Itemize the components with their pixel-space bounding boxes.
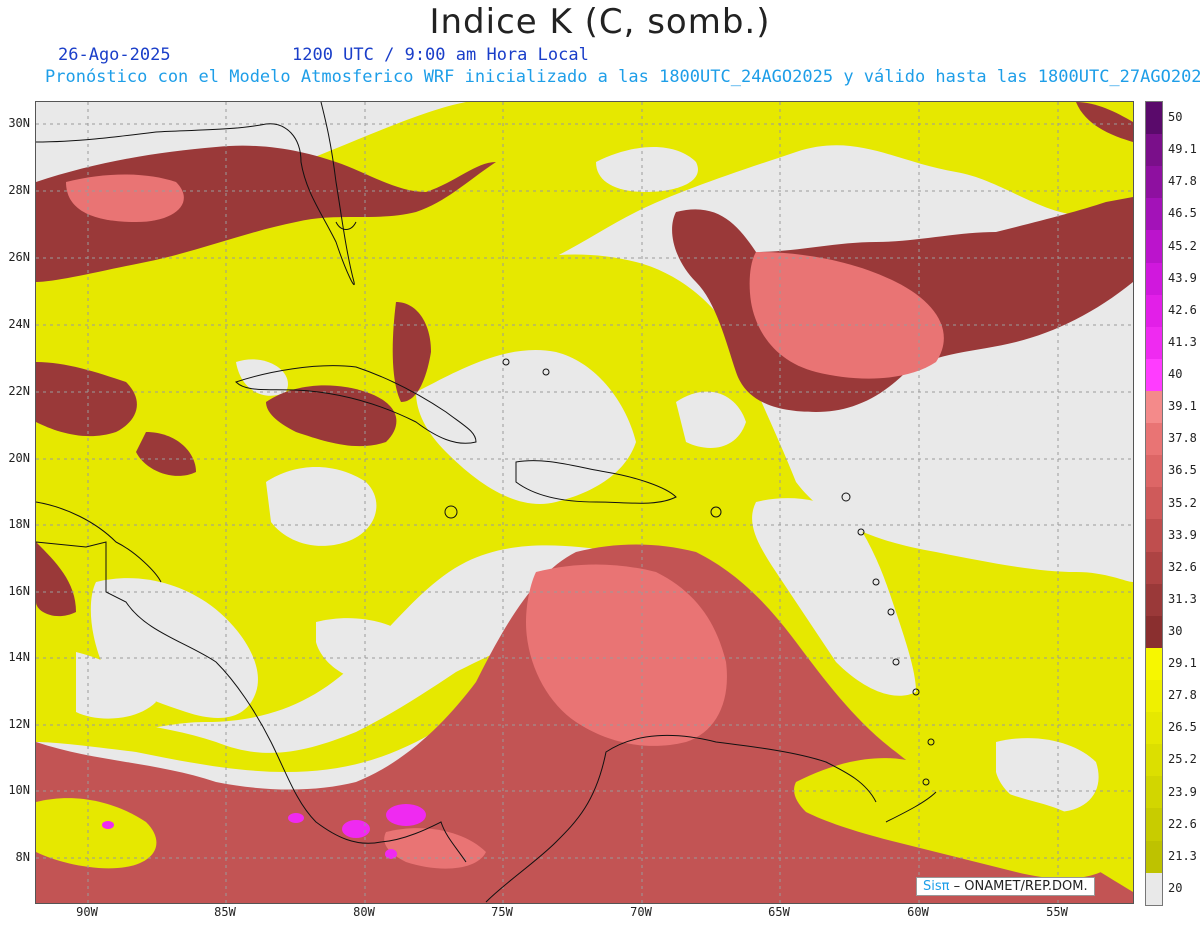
lon-label: 55W: [1046, 905, 1068, 919]
colorbar-tick-label: 46.5: [1168, 206, 1197, 221]
colorbar-segment: [1146, 776, 1162, 809]
colorbar-tick-label: 21.3: [1168, 848, 1197, 863]
colorbar-tick-label: 40: [1168, 367, 1183, 382]
lat-label: 30N: [8, 116, 30, 130]
colorbar-segment: [1146, 134, 1162, 167]
colorbar-tick-label: 27.8: [1168, 688, 1197, 703]
colorbar-segment: [1146, 487, 1162, 520]
colorbar-tick-label: 33.9: [1168, 527, 1197, 542]
colorbar-tick-label: 35.2: [1168, 495, 1197, 510]
colorbar-segment: [1146, 455, 1162, 488]
credit-box: Sisπ – ONAMET/REP.DOM.: [916, 877, 1095, 896]
colorbar-tick-label: 26.5: [1168, 720, 1197, 735]
lon-label: 60W: [907, 905, 929, 919]
forecast-time: 1200 UTC / 9:00 am Hora Local: [292, 45, 589, 65]
colorbar-segment: [1146, 679, 1162, 713]
colorbar-segment: [1146, 583, 1162, 616]
colorbar-tick-label: 42.6: [1168, 302, 1197, 317]
colorbar-segment: [1146, 615, 1162, 648]
colorbar-segment: [1146, 840, 1162, 873]
lat-label: 12N: [8, 717, 30, 731]
lon-label: 70W: [630, 905, 652, 919]
colorbar-segment: [1146, 358, 1162, 391]
colorbar-tick-label: 36.5: [1168, 463, 1197, 478]
colorbar-tick-label: 50: [1168, 110, 1183, 125]
colorbar-segment: [1146, 230, 1162, 263]
colorbar-tick-label: 22.6: [1168, 816, 1197, 831]
colorbar-tick-label: 20: [1168, 880, 1183, 895]
colorbar-segment: [1146, 423, 1162, 456]
lon-label: 65W: [768, 905, 790, 919]
colorbar-segment: [1146, 166, 1162, 199]
colorbar-segment: [1146, 872, 1162, 905]
colorbar-tick-label: 32.6: [1168, 559, 1197, 574]
sispi-logo: Sisπ: [923, 879, 950, 894]
colorbar-segment: [1146, 390, 1162, 424]
colorbar-segment: [1146, 551, 1162, 584]
credit-text: – ONAMET/REP.DOM.: [949, 879, 1088, 894]
colorbar-segment: [1146, 744, 1162, 777]
colorbar-tick-label: 49.1: [1168, 142, 1197, 157]
lon-label: 80W: [353, 905, 375, 919]
colorbar-segment: [1146, 262, 1162, 295]
colorbar-segment: [1146, 102, 1162, 135]
lat-label: 8N: [15, 850, 30, 864]
colorbar-segment: [1146, 326, 1162, 359]
lat-label: 22N: [8, 384, 30, 398]
colorbar-tick-label: 29.1: [1168, 656, 1197, 671]
forecast-description: Pronóstico con el Modelo Atmosferico WRF…: [45, 67, 1200, 87]
lat-label: 18N: [8, 517, 30, 531]
lon-label: 75W: [491, 905, 513, 919]
map-canvas: [36, 102, 1133, 903]
colorbar-segment: [1146, 519, 1162, 552]
colorbar-tick-label: 45.2: [1168, 238, 1197, 253]
colorbar-tick-label: 30: [1168, 623, 1183, 638]
lat-label: 10N: [8, 783, 30, 797]
colorbar-segment: [1146, 198, 1162, 231]
colorbar-tick-label: 23.9: [1168, 784, 1197, 799]
colorbar-segment: [1146, 294, 1162, 327]
lon-label: 90W: [76, 905, 98, 919]
lat-label: 28N: [8, 183, 30, 197]
lat-label: 20N: [8, 451, 30, 465]
colorbar-segment: [1146, 712, 1162, 745]
colorbar-tick-label: 25.2: [1168, 752, 1197, 767]
colorbar: [1145, 101, 1163, 906]
lat-label: 16N: [8, 584, 30, 598]
colorbar-tick-label: 43.9: [1168, 270, 1197, 285]
colorbar-tick-label: 37.8: [1168, 431, 1197, 446]
lat-label: 26N: [8, 250, 30, 264]
colorbar-tick-label: 39.1: [1168, 399, 1197, 414]
lat-label: 24N: [8, 317, 30, 331]
lat-label: 14N: [8, 650, 30, 664]
lon-label: 85W: [214, 905, 236, 919]
forecast-date: 26-Ago-2025: [58, 45, 171, 65]
colorbar-tick-label: 47.8: [1168, 174, 1197, 189]
colorbar-segment: [1146, 808, 1162, 841]
map-title: Indice K (C, somb.): [429, 2, 771, 42]
colorbar-tick-label: 41.3: [1168, 334, 1197, 349]
colorbar-segment: [1146, 647, 1162, 680]
forecast-map: [35, 101, 1134, 904]
colorbar-tick-label: 31.3: [1168, 591, 1197, 606]
